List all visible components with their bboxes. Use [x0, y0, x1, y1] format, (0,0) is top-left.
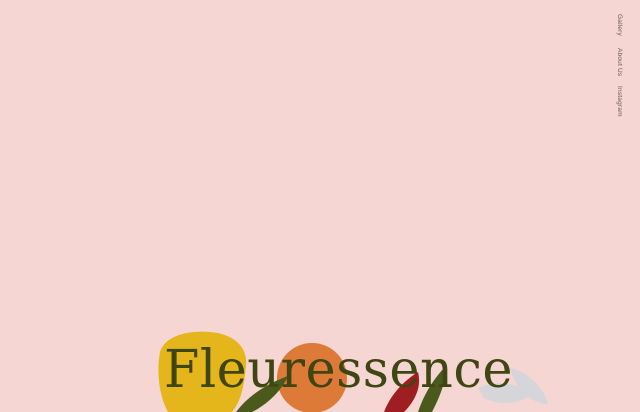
side-navigation: Gallery About Us Instagram [614, 14, 626, 124]
nav-link-gallery[interactable]: Gallery [616, 14, 623, 36]
brand-wordmark: Fleuressence [164, 340, 514, 400]
nav-link-instagram[interactable]: Instagram [616, 86, 623, 117]
nav-link-about-us[interactable]: About Us [616, 48, 623, 76]
page: Fleuressence Gallery About Us Instagram [0, 0, 640, 412]
